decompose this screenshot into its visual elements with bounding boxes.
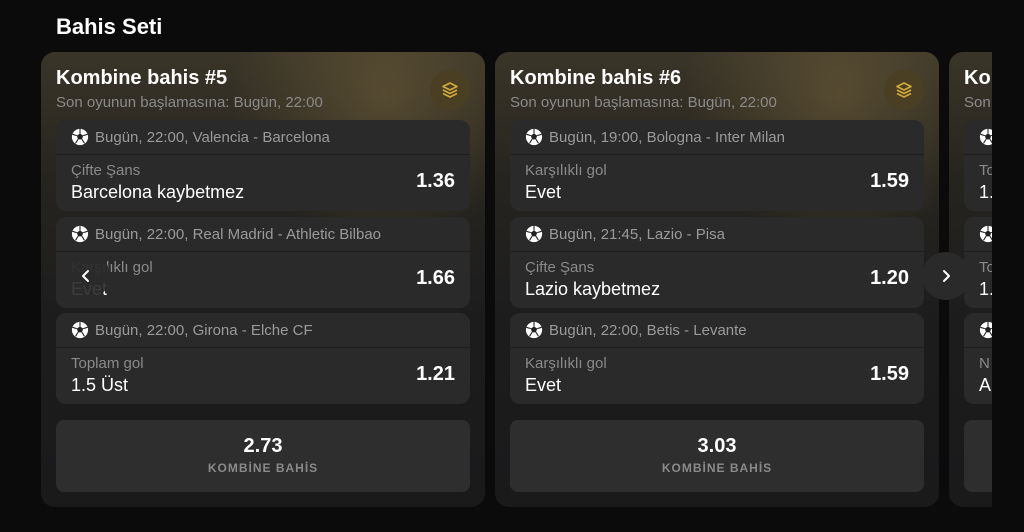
leg-pick: Evet [525, 182, 562, 202]
combo-total-button[interactable]: 2.73 KOMBİNE BAHİS [56, 420, 470, 492]
combo-start-time: Son oyunun başlamasına [964, 94, 992, 111]
leg-market: Karşılıklı gol [525, 355, 607, 372]
leg-odds: 1.36 [416, 170, 455, 192]
combo-title: Kombine bahis #6 [510, 67, 682, 89]
leg-pick: 1.5 Üst [71, 375, 129, 395]
leg-match: Bugün, 22:00, Valencia - Barcelona [56, 120, 470, 155]
carousel-prev-button[interactable] [62, 252, 110, 300]
soccer-ball-icon [525, 225, 543, 243]
leg-odds: 1.21 [416, 363, 455, 385]
soccer-ball-icon [525, 128, 543, 146]
leg-pick: Evet [525, 375, 562, 395]
leg-market: Çifte Şans [525, 259, 595, 276]
stack-button[interactable] [430, 70, 470, 110]
leg-odds: 1.66 [416, 267, 455, 289]
bet-leg[interactable]: Bugün, 22:00, Valencia - Barcelona Çifte … [56, 120, 470, 211]
chevron-right-icon [943, 270, 950, 282]
soccer-ball-icon [71, 128, 89, 146]
leg-match-text: Bugün, 19:00, Bologna - Inter Milan [549, 128, 785, 146]
leg-market: Toplam gol [979, 259, 992, 276]
bet-leg[interactable]: Bugün, 22:00, Betis - Levante Karşılıklı … [510, 313, 924, 404]
combo-total-button[interactable] [964, 420, 992, 492]
soccer-ball-icon [71, 225, 89, 243]
leg-match-text: Bugün, 22:00, Valencia - Barcelona [95, 128, 330, 146]
leg-market: Çifte Şans [71, 162, 141, 179]
leg-match: Bugün, 19:00, Bologna - Inter Milan [510, 120, 924, 155]
bet-leg[interactable]: Bugün, 22:00, Real Madrid - Athletic Bil… [56, 217, 470, 308]
leg-match: Bugün [964, 313, 992, 348]
combo-total-button[interactable]: 3.03 KOMBİNE BAHİS [510, 420, 924, 492]
bet-leg[interactable]: Bugün, 21:45, Lazio - Pisa Çifte Şans Lazi… [510, 217, 924, 308]
combo-total-label: KOMBİNE BAHİS [207, 461, 319, 475]
combo-start-time: Son oyunun başlamasına: Bugün, 22:00 [56, 94, 323, 111]
soccer-ball-icon [979, 321, 992, 339]
stack-layers-icon [896, 82, 912, 98]
leg-pick: Barcelona kaybetmez [71, 182, 245, 202]
leg-match-text: Bugün, 22:00, Betis - Levante [549, 321, 747, 339]
combo-start-time: Son oyunun başlamasına: Bugün, 22:00 [510, 94, 777, 111]
leg-odds: 1.59 [870, 363, 909, 385]
leg-pick: A [979, 375, 992, 395]
leg-market: Karşılıklı gol [525, 162, 607, 179]
chevron-left-icon [82, 270, 89, 282]
soccer-ball-icon [979, 225, 992, 243]
soccer-ball-icon [71, 321, 89, 339]
leg-pick: Lazio kaybetmez [525, 279, 661, 299]
leg-match: Bugün [964, 120, 992, 155]
combo-carousel[interactable]: Kombine bahis #5 Son oyunun başlamasına: … [41, 52, 992, 507]
leg-pick: 1.5 Üst [979, 182, 992, 202]
leg-pick: 1.5 Üst [979, 279, 992, 299]
combo-total-odds: 3.03 [697, 435, 737, 457]
leg-match-text: Bugün, 21:45, Lazio - Pisa [549, 225, 725, 243]
leg-match-text: Bugün, 22:00, Girona - Elche CF [95, 321, 313, 339]
combo-total-odds: 2.73 [243, 435, 283, 457]
bet-leg[interactable]: Bugün Toplam gol 1.5 Üst [964, 120, 992, 211]
section-title: Bahis Seti [56, 14, 163, 39]
combo-card[interactable]: Kombine bahis #6 Son oyunun başlamasına: … [495, 52, 939, 507]
leg-match: Bugün [964, 217, 992, 252]
combo-title: Kombine bahis #5 [56, 67, 228, 89]
combo-total-label: KOMBİNE BAHİS [661, 461, 773, 475]
leg-odds: 1.59 [870, 170, 909, 192]
carousel-next-button[interactable] [922, 252, 970, 300]
combo-title: Kombine bahis #7 [964, 67, 992, 89]
bet-leg[interactable]: Bugün, 22:00, Girona - Elche CF Toplam go… [56, 313, 470, 404]
bet-leg[interactable]: Bugün NA [964, 313, 992, 404]
leg-match: Bugün, 22:00, Betis - Levante [510, 313, 924, 348]
soccer-ball-icon [525, 321, 543, 339]
leg-match-text: Bugün, 22:00, Real Madrid - Athletic Bil… [95, 225, 382, 243]
soccer-ball-icon [979, 128, 992, 146]
leg-market: N [979, 355, 990, 372]
leg-market: Toplam gol [71, 355, 144, 372]
leg-match: Bugün, 21:45, Lazio - Pisa [510, 217, 924, 252]
bet-leg[interactable]: Bugün, 19:00, Bologna - Inter Milan Karşı… [510, 120, 924, 211]
leg-odds: 1.20 [870, 267, 909, 289]
leg-market: Toplam gol [979, 162, 992, 179]
leg-match: Bugün, 22:00, Girona - Elche CF [56, 313, 470, 348]
stack-button[interactable] [884, 70, 924, 110]
bet-leg[interactable]: Bugün Toplam gol 1.5 Üst [964, 217, 992, 308]
leg-match: Bugün, 22:00, Real Madrid - Athletic Bil… [56, 217, 470, 252]
stack-layers-icon [442, 82, 458, 98]
